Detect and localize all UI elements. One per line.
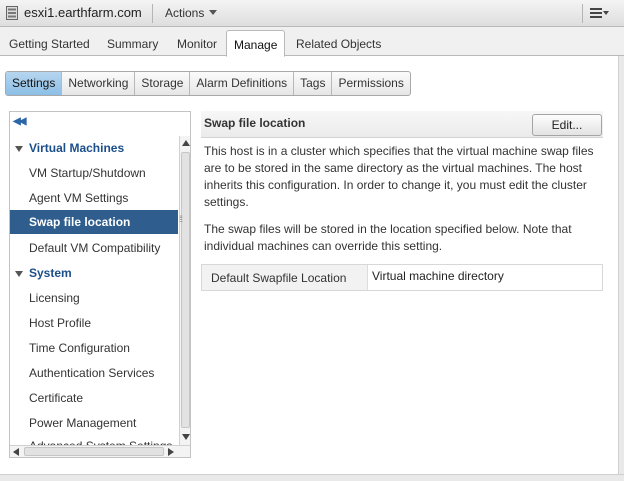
nav-item-authentication-services[interactable]: Authentication Services (29, 366, 154, 380)
swap-location-description: The swap files will be stored in the loc… (204, 222, 572, 253)
main-tabs: Getting Started Summary Monitor Manage R… (0, 27, 624, 57)
nav-item-swap-file-location[interactable]: Swap file location (10, 210, 178, 234)
menu-icon[interactable] (588, 5, 610, 21)
nav-item-time-configuration[interactable]: Time Configuration (29, 341, 130, 355)
chevron-down-icon (209, 10, 218, 15)
scrollbar-thumb[interactable] (24, 447, 164, 456)
title-divider (582, 4, 583, 23)
nav-item-host-profile[interactable]: Host Profile (29, 316, 91, 330)
tab-related-objects[interactable]: Related Objects (296, 37, 381, 51)
scroll-down-icon[interactable] (182, 434, 190, 440)
nav-item-default-vm-compatibility[interactable]: Default VM Compatibility (29, 241, 160, 255)
scroll-left-icon[interactable] (13, 448, 19, 456)
nav-group-virtual-machines[interactable]: Virtual Machines (29, 141, 124, 155)
swapfile-setting-row: Default Swapfile Location Virtual machin… (201, 264, 603, 291)
nav-item-vm-startup-shutdown[interactable]: VM Startup/Shutdown (29, 166, 146, 180)
settings-subtabs: Settings Networking Storage Alarm Defini… (5, 71, 411, 96)
setting-value: Virtual machine directory (372, 269, 504, 283)
host-name: esxi1.earthfarm.com (24, 5, 142, 20)
settings-nav-panel: ◀◀ Virtual Machines VM Startup/Shutdown … (9, 111, 191, 458)
right-border (618, 56, 624, 481)
tab-manage[interactable]: Manage (226, 30, 286, 57)
subtab-settings[interactable]: Settings (6, 72, 63, 95)
actions-label: Actions (165, 6, 205, 20)
horizontal-scrollbar[interactable] (10, 445, 190, 457)
tab-getting-started[interactable]: Getting Started (9, 37, 90, 51)
splitter-grip-icon[interactable]: ⁞⁞ (179, 214, 183, 224)
section-title: Swap file location (204, 116, 306, 130)
tab-monitor[interactable]: Monitor (177, 37, 217, 51)
vertical-scrollbar[interactable] (179, 136, 190, 445)
cluster-inheritance-text: This host is in a cluster which specifie… (204, 144, 594, 209)
nav-item-licensing[interactable]: Licensing (29, 291, 80, 305)
subtab-storage[interactable]: Storage (135, 72, 191, 95)
host-icon (6, 6, 18, 20)
expand-triangle-icon[interactable] (15, 146, 23, 152)
setting-label: Default Swapfile Location (202, 265, 368, 290)
nav-item-agent-vm-settings[interactable]: Agent VM Settings (29, 191, 128, 205)
title-bar: esxi1.earthfarm.com Actions (0, 0, 624, 27)
subtab-tags[interactable]: Tags (294, 72, 333, 95)
subtab-alarm-definitions[interactable]: Alarm Definitions (190, 72, 295, 95)
actions-menu[interactable]: Actions (165, 6, 218, 20)
nav-item-power-management[interactable]: Power Management (29, 416, 136, 430)
tab-summary[interactable]: Summary (107, 37, 158, 51)
section-header: Swap file location Edit... (201, 111, 603, 138)
subtab-permissions[interactable]: Permissions (332, 72, 409, 95)
scroll-up-icon[interactable] (182, 140, 190, 146)
scroll-right-icon[interactable] (168, 448, 174, 456)
nav-group-system[interactable]: System (29, 266, 72, 280)
title-divider (152, 4, 153, 23)
nav-item-certificate[interactable]: Certificate (29, 391, 83, 405)
bottom-border (0, 474, 624, 481)
subtab-networking[interactable]: Networking (62, 72, 136, 95)
edit-button[interactable]: Edit... (532, 114, 602, 136)
scrollbar-thumb[interactable] (181, 152, 190, 428)
expand-triangle-icon[interactable] (15, 271, 23, 277)
collapse-panel-icon[interactable]: ◀◀ (13, 116, 26, 127)
